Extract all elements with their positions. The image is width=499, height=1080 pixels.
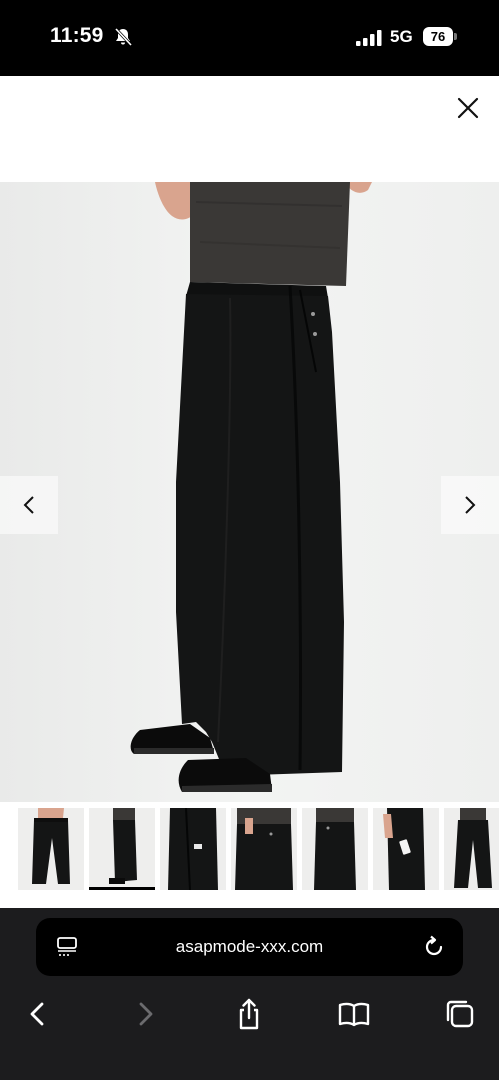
share-button[interactable] [231,996,267,1032]
thumbnail[interactable] [302,808,368,890]
forward-button[interactable] [127,996,163,1032]
thumbnail-image [231,808,297,890]
battery-cap [454,33,457,40]
product-lightbox [0,76,499,908]
thumbnail[interactable] [373,808,439,890]
thumbnail[interactable] [231,808,297,890]
browser-bottom-bar: asapmode-xxx.com [0,908,499,1080]
address-bar[interactable]: asapmode-xxx.com [36,918,463,976]
battery-icon: 76 [423,27,457,46]
product-photo [0,182,499,802]
status-bar: 11:59 5G 76 [0,0,499,76]
chevron-right-icon [465,496,476,514]
thumbnail[interactable] [160,808,226,890]
bookmarks-button[interactable] [336,996,372,1032]
thumbnail-active[interactable] [89,808,155,890]
tabs-overview-icon [446,1000,474,1028]
tabs-overview-button[interactable] [442,996,478,1032]
status-time: 11:59 [50,24,104,47]
url-text: asapmode-xxx.com [175,937,324,956]
forward-icon [139,1002,153,1026]
thumbnail[interactable] [18,808,84,890]
share-icon [239,998,259,1030]
product-image-viewer[interactable] [0,182,499,802]
thumbnail-image [373,808,439,890]
thumbnail[interactable] [444,808,499,890]
close-icon[interactable] [452,92,484,124]
battery-level: 76 [423,27,453,46]
network-type: 5G [390,27,413,46]
previous-image-button[interactable] [0,476,58,534]
browser-toolbar [0,990,499,1046]
bookmarks-icon [338,1002,370,1027]
thumbnail-image [18,808,84,890]
screen: 11:59 5G 76 asapmode-xxx.com [0,0,499,1080]
next-image-button[interactable] [441,476,499,534]
thumbnail-image [89,808,155,890]
signal-bars-icon [356,30,382,46]
back-button[interactable] [20,996,56,1032]
back-icon [30,1002,44,1026]
bell-slash-icon [114,27,133,47]
thumbnail-image [302,808,368,890]
thumbnail-image [444,808,499,890]
reload-icon[interactable] [422,935,446,959]
thumbnail-strip [0,808,499,894]
thumbnail-image [160,808,226,890]
chevron-left-icon [23,496,34,514]
